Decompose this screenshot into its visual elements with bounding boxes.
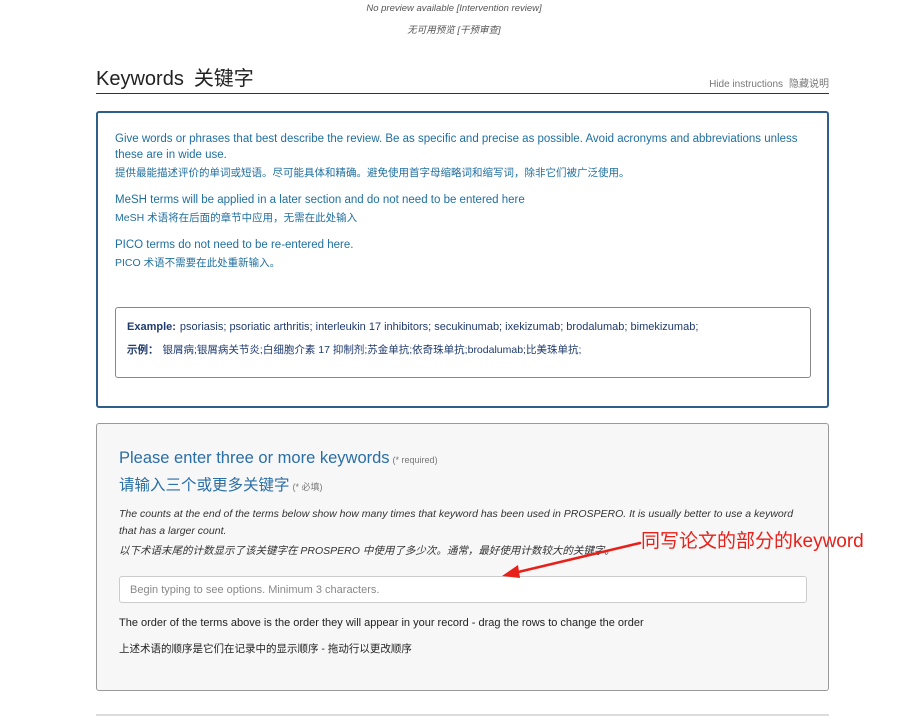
form-title: Please enter three or more keywords (* re… (119, 447, 806, 471)
example-text: psoriasis; psoriatic arthritis; interleu… (179, 321, 699, 333)
mesh-note-zh: MeSH 术语将在后面的章节中应用，无需在此处输入 (115, 212, 358, 224)
example-label: Example: (127, 321, 176, 333)
example-box: Example: psoriasis; psoriatic arthritis; … (115, 307, 811, 378)
keywords-entry-panel: Please enter three or more keywords (* re… (96, 423, 829, 691)
keyword-search-input[interactable] (119, 576, 807, 603)
order-note: The order of the terms above is the orde… (119, 617, 644, 629)
preview-notice-zh: 无可用预览 [干预审查] (407, 25, 501, 36)
required-marker: (* required) (392, 455, 438, 465)
instructions-panel: Give words or phrases that best describe… (96, 111, 829, 408)
order-note-zh: 上述术语的顺序是它们在记录中的显示顺序 - 拖动行以更改顺序 (119, 643, 412, 655)
example-zh: 示例： 银屑病;银屑病关节炎;白细胞介素 17 抑制剂;苏金单抗;依奇珠单抗;br… (127, 342, 799, 358)
preview-notice: No preview available [Intervention revie… (366, 3, 542, 14)
instruction-text: Give words or phrases that best describe… (115, 133, 798, 161)
example-label-zh: 示例： (127, 344, 159, 356)
page-title-en: Keywords (96, 68, 184, 90)
form-title-zh: 请输入三个或更多关键字 (* 必填) (119, 475, 806, 498)
pico-note: PICO terms do not need to be re-entered … (115, 239, 354, 251)
hide-instructions-zh[interactable]: 隐藏说明 (789, 79, 829, 90)
example-en: Example: psoriasis; psoriatic arthritis; … (127, 319, 799, 335)
page-title-zh: 关键字 (193, 68, 254, 90)
annotation-arrow-icon (502, 541, 642, 578)
form-title-en: Please enter three or more keywords (119, 449, 390, 467)
page-title: Keywords 关键字 (96, 62, 254, 91)
pico-note-zh: PICO 术语不需要在此处重新输入。 (115, 257, 281, 269)
mesh-note: MeSH terms will be applied in a later se… (115, 194, 525, 206)
hide-instructions-en[interactable]: Hide instructions (709, 79, 783, 90)
hide-instructions-link[interactable]: Hide instructions 隐藏说明 (709, 75, 829, 90)
instruction-text-zh: 提供最能描述评价的单词或短语。尽可能具体和精确。避免使用首字母缩略词和缩写词，除… (115, 167, 630, 179)
keywords-section-header: Keywords 关键字 Hide instructions 隐藏说明 (96, 58, 829, 94)
divider (96, 714, 829, 716)
annotation-label: 同写论文的部分的keyword (641, 531, 864, 552)
required-marker-zh: (* 必填) (292, 482, 323, 492)
example-text-zh: 银屑病;银屑病关节炎;白细胞介素 17 抑制剂;苏金单抗;依奇珠单抗;broda… (162, 344, 582, 356)
form-title-zh-text: 请输入三个或更多关键字 (119, 477, 290, 494)
